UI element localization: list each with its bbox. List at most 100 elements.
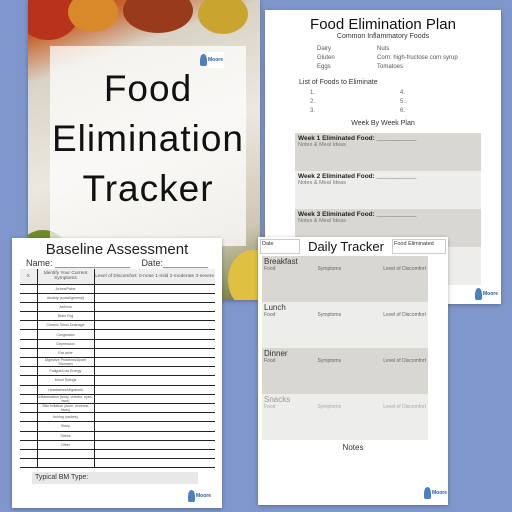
check-cell[interactable]	[20, 394, 38, 404]
discomfort-cell[interactable]	[94, 412, 215, 423]
check-cell[interactable]	[20, 366, 38, 377]
cover-title-line: Food	[103, 68, 193, 109]
tree-logo-icon	[188, 490, 195, 502]
table-row: Skin Irritation (acne, eczema, hives)	[20, 403, 215, 414]
discomfort-cell[interactable]	[94, 284, 215, 294]
check-cell[interactable]	[20, 348, 38, 359]
week-label: Week 1 Eliminated Food: ___________	[298, 135, 417, 142]
check-cell[interactable]	[20, 412, 38, 423]
discomfort-cell[interactable]	[94, 329, 215, 340]
vegetable-image	[228, 250, 260, 300]
symptom-cell: Aches/Pains	[37, 284, 95, 294]
discomfort-cell[interactable]	[94, 311, 215, 322]
daily-tracker-page: Date Daily Tracker Food Eliminated Break…	[258, 237, 448, 505]
table-row: Mood Swings	[20, 375, 215, 386]
meal-section[interactable]: Breakfast Food Symptoms Level of Discomfort	[262, 256, 428, 302]
column-label: Level of Discomfort	[383, 358, 426, 364]
food-eliminated-field[interactable]: Food Eliminated	[392, 239, 446, 254]
discomfort-cell[interactable]	[94, 385, 215, 395]
food-list: Dairy Nuts Gluten Corn: high-fructose corn…	[265, 45, 501, 72]
discomfort-cell[interactable]	[94, 421, 215, 432]
symptom-cell: Inflammation (body, cheeks, eyes, face)	[37, 394, 95, 404]
symptom-cell: Ear ache	[37, 348, 95, 359]
check-cell[interactable]	[20, 284, 38, 294]
discomfort-cell[interactable]	[94, 449, 215, 460]
column-label: Level of Discomfort	[383, 312, 426, 318]
name-field[interactable]: Name: _______________	[26, 258, 130, 268]
logo: Moore	[200, 52, 224, 68]
discomfort-cell[interactable]	[94, 431, 215, 441]
symptom-cell	[37, 458, 95, 469]
discomfort-cell[interactable]	[94, 339, 215, 349]
check-cell[interactable]	[20, 311, 38, 322]
column-label: Symptoms	[317, 358, 342, 364]
meal-title: Breakfast	[264, 257, 298, 266]
week-block: Week 1 Eliminated Food: ___________ Notes…	[295, 133, 481, 171]
food-item: Eggs	[317, 64, 331, 70]
discomfort-cell[interactable]	[94, 302, 215, 313]
check-cell[interactable]	[20, 440, 38, 450]
date-field[interactable]: Date	[260, 239, 300, 254]
symptom-cell	[37, 449, 95, 460]
meal-section[interactable]: Snacks Food Symptoms Level of Discomfort	[262, 394, 428, 440]
check-cell[interactable]	[20, 293, 38, 303]
tree-logo-icon	[200, 54, 207, 66]
symptom-cell: Asthma	[37, 302, 95, 313]
discomfort-cell[interactable]	[94, 348, 215, 359]
table-row: Anxiety (social/general)	[20, 293, 215, 303]
check-cell[interactable]	[20, 449, 38, 460]
discomfort-cell[interactable]	[94, 394, 215, 404]
check-cell[interactable]	[20, 431, 38, 441]
check-cell[interactable]	[20, 421, 38, 432]
food-item: Tomatoes	[377, 64, 404, 70]
table-row: Brain Fog	[20, 311, 215, 322]
check-cell[interactable]	[20, 329, 38, 340]
discomfort-cell[interactable]	[94, 357, 215, 368]
discomfort-cell[interactable]	[94, 320, 215, 331]
discomfort-cell[interactable]	[94, 375, 215, 386]
food-item: Corn: high-fructose corn syrup	[377, 55, 458, 61]
check-cell[interactable]	[20, 320, 38, 331]
column-label: Symptoms	[317, 404, 342, 410]
vegetable-image	[68, 0, 118, 32]
check-cell[interactable]	[20, 403, 38, 414]
bm-type-field[interactable]: Typical BM Type:	[32, 472, 198, 485]
section-title: List of Foods to Eliminate	[299, 79, 378, 86]
food-item: Dairy	[317, 46, 332, 52]
discomfort-cell[interactable]	[94, 440, 215, 450]
discomfort-cell[interactable]	[94, 293, 215, 303]
meal-section[interactable]: Lunch Food Symptoms Level of Discomfort	[262, 302, 428, 348]
discomfort-cell[interactable]	[94, 366, 215, 377]
meal-title: Dinner	[264, 349, 288, 358]
check-cell[interactable]	[20, 339, 38, 349]
table-row: Congestion	[20, 329, 215, 340]
discomfort-cell[interactable]	[94, 458, 215, 469]
table-row: Stress	[20, 431, 215, 441]
check-cell[interactable]	[20, 375, 38, 386]
date-field[interactable]: Date:_________	[141, 258, 208, 268]
logo: Moore	[188, 488, 212, 504]
column-label: Level of Discomfort	[383, 404, 426, 410]
food-item: Nuts	[377, 46, 390, 52]
cover-title-box: Food Elimination Tracker	[50, 46, 246, 246]
table-row: Fatigue/Low Energy	[20, 366, 215, 377]
week-notes: Notes & Meal Ideas	[298, 218, 346, 224]
discomfort-cell[interactable]	[94, 403, 215, 414]
week-label: Week 2 Eliminated Food: ___________	[298, 173, 417, 180]
check-cell[interactable]	[20, 357, 38, 368]
symptom-cell: Anxiety (social/general)	[37, 293, 95, 303]
column-label: Food	[264, 404, 276, 410]
tree-logo-icon	[424, 487, 431, 499]
page-title: Daily Tracker	[308, 239, 384, 254]
logo: Moore	[475, 286, 499, 302]
symptom-cell: Fatigue/Low Energy	[37, 366, 95, 377]
table-row: Asthma	[20, 302, 215, 313]
page-title: Food Elimination Plan	[310, 16, 456, 33]
check-cell[interactable]	[20, 302, 38, 313]
meal-section[interactable]: Dinner Food Symptoms Level of Discomfort	[262, 348, 428, 394]
week-label: Week 3 Eliminated Food: ___________	[298, 211, 417, 218]
check-cell[interactable]	[20, 385, 38, 395]
check-cell[interactable]	[20, 458, 38, 469]
vegetable-image	[123, 0, 193, 33]
table-row: Ear ache	[20, 348, 215, 359]
